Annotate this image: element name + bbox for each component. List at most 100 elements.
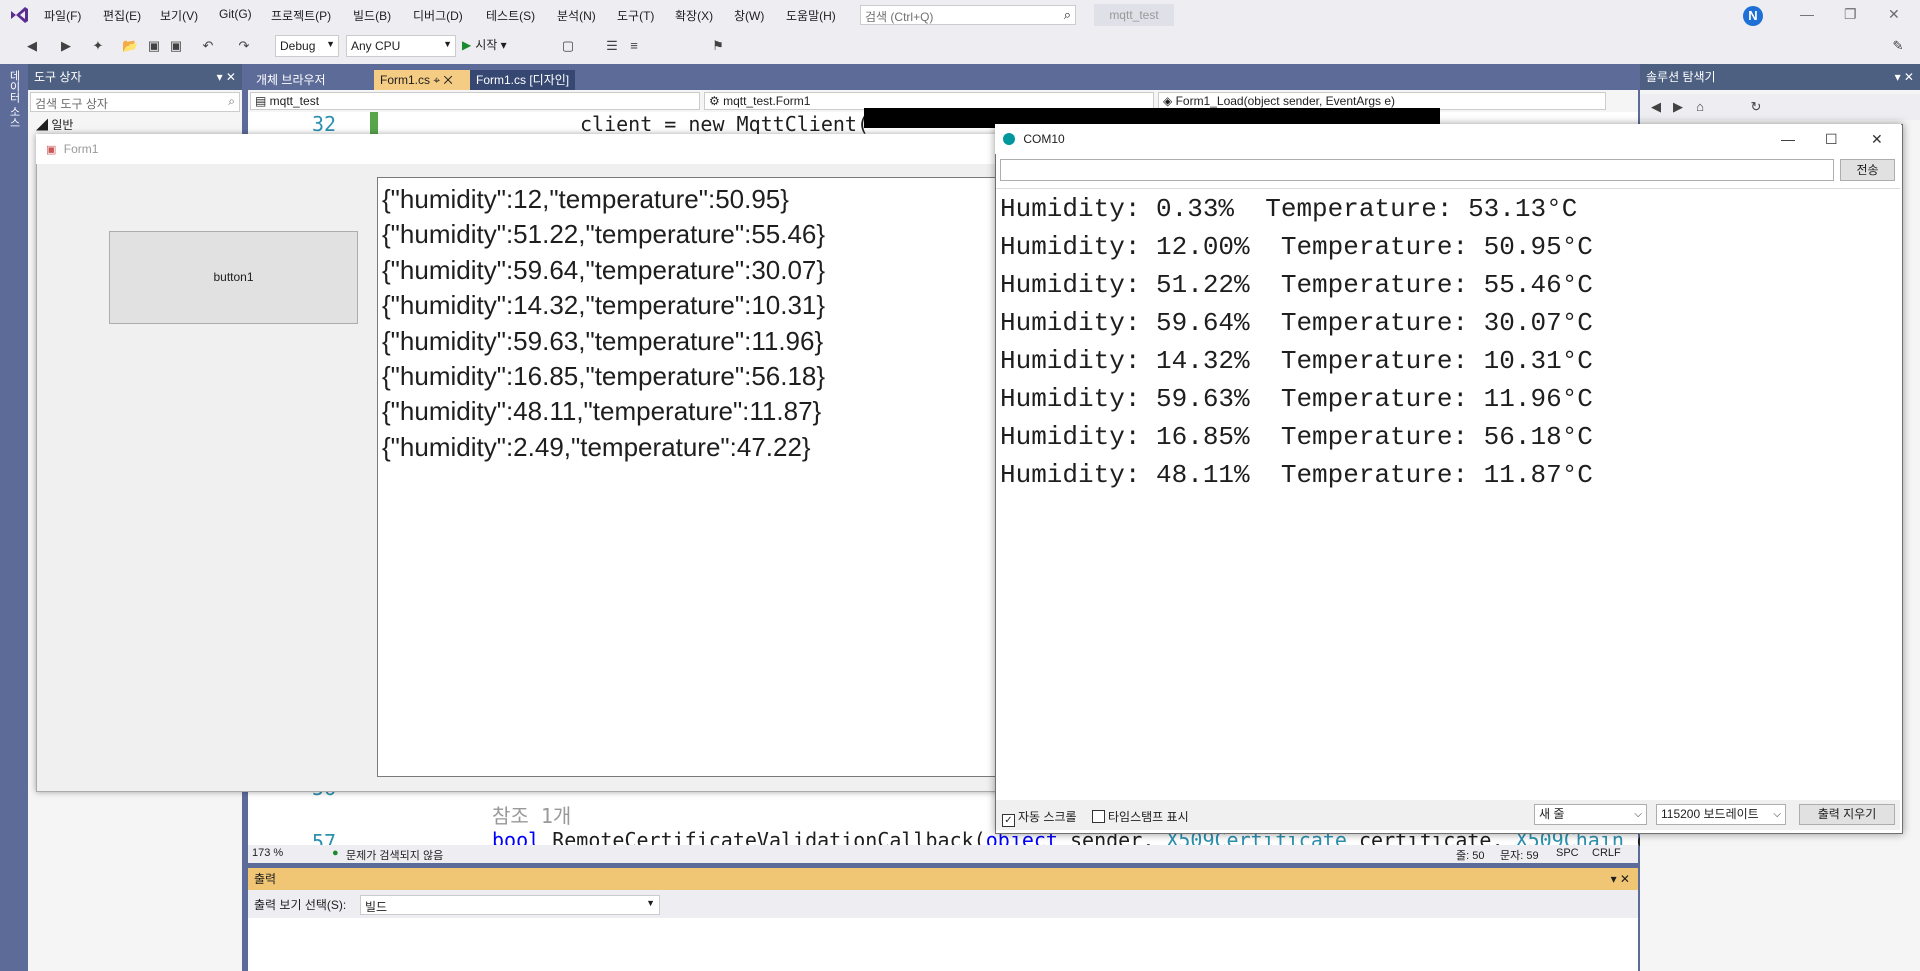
minimize-icon[interactable]: — — [1781, 124, 1795, 154]
save-icon[interactable]: ▣ — [146, 38, 162, 54]
maximize-icon[interactable]: ☐ — [1825, 124, 1838, 154]
form1-titlebar[interactable]: ▣ Form1 — [36, 134, 1036, 164]
save-all-icon[interactable]: ▣ — [168, 38, 184, 54]
configuration-value: Debug — [280, 39, 316, 53]
start-debug-button[interactable]: ▶ 시작 ▾ — [462, 36, 507, 53]
forward-icon[interactable]: ▶ — [58, 38, 74, 54]
serial-line: Humidity: 14.32% Temperature: 10.31°C — [1000, 346, 1593, 376]
back-icon[interactable]: ◀ — [1648, 99, 1664, 115]
menu-debug[interactable]: 디버그(D) — [413, 7, 463, 24]
step-icon[interactable]: ≡ — [626, 38, 642, 54]
tab-object-browser[interactable]: 개체 브라우저 — [250, 70, 332, 90]
timestamp-label: 타임스탬프 표시 — [1108, 810, 1189, 824]
csharp-icon: ▤ — [255, 94, 270, 108]
forward-icon[interactable]: ▶ — [1670, 99, 1686, 115]
json-line: {"humidity":59.64,"temperature":30.07} — [382, 254, 826, 285]
search-icon: ⌕ — [1063, 7, 1071, 22]
zoom-level[interactable]: 173 % — [252, 847, 283, 859]
bookmark-icon[interactable]: ⚑ — [710, 38, 726, 54]
clear-output-button[interactable]: 출력 지우기 — [1799, 804, 1895, 825]
menu-build[interactable]: 빌드(B) — [353, 7, 391, 24]
autoscroll-label: 자동 스크롤 — [1018, 810, 1077, 824]
home-icon[interactable]: ⌂ — [1692, 99, 1708, 115]
line-indicator: 줄: 50 — [1456, 850, 1485, 862]
issues-status[interactable]: 문제가 검색되지 않음 — [346, 847, 443, 863]
configuration-dropdown[interactable]: Debug ▼ — [275, 35, 339, 57]
output-source-dropdown[interactable]: 빌드 ▼ — [360, 895, 660, 915]
close-icon[interactable]: ▾ ✕ — [1895, 64, 1914, 90]
menu-view[interactable]: 보기(V) — [160, 7, 198, 24]
close-icon[interactable]: ▾ ✕ — [217, 64, 236, 90]
line-number: 32 — [312, 112, 337, 136]
menu-help[interactable]: 도움말(H) — [786, 7, 836, 24]
project-dropdown[interactable]: ▤ mqtt_test — [250, 92, 700, 110]
menu-test[interactable]: 테스트(S) — [486, 7, 535, 24]
tab-form1-cs[interactable]: Form1.cs ⌖ ✕ — [374, 70, 476, 90]
send-button[interactable]: 전송 — [1840, 159, 1895, 181]
close-icon[interactable]: ✕ — [443, 73, 452, 87]
screenshot-icon[interactable]: ▢ — [560, 38, 576, 54]
toolbox-search-input[interactable]: 검색 도구 상자 ⌕ — [30, 92, 240, 112]
json-line: {"humidity":2.49,"temperature":47.22} — [382, 431, 811, 462]
menu-file[interactable]: 파일(F) — [44, 7, 81, 24]
output-text-area[interactable] — [248, 918, 1638, 971]
output-title: 출력 — [254, 872, 277, 886]
build-icon[interactable]: ☰ — [604, 38, 620, 54]
menu-git[interactable]: Git(G) — [219, 7, 252, 21]
checkbox-empty-icon — [1092, 810, 1105, 823]
json-line: {"humidity":51.22,"temperature":55.46} — [382, 219, 826, 250]
line-ending-dropdown[interactable]: 새 줄 ⌵ — [1534, 804, 1647, 825]
back-icon[interactable]: ◀ — [24, 38, 40, 54]
solution-title: mqtt_test — [1094, 4, 1174, 26]
toolbox-title: 도구 상자 — [34, 70, 82, 84]
search-input[interactable]: 검색 (Ctrl+Q) ⌕ — [860, 5, 1076, 25]
new-project-icon[interactable]: ✦ — [90, 38, 106, 54]
json-textbox[interactable]: {"humidity":12,"temperature":50.95} {"hu… — [377, 177, 997, 777]
json-line: {"humidity":48.11,"temperature":11.87} — [382, 396, 822, 427]
timestamp-checkbox[interactable]: 타임스탬프 표시 — [1092, 808, 1189, 825]
left-side-strip: 데이터 소스 — [0, 64, 28, 971]
menu-bar: 파일(F) 편집(E) 보기(V) Git(G) 프로젝트(P) 빌드(B) 디… — [0, 0, 1920, 30]
form1-title: Form1 — [63, 142, 99, 156]
account-avatar[interactable]: N — [1743, 6, 1763, 26]
feedback-icon[interactable]: ✎ — [1890, 38, 1906, 54]
menu-extensions[interactable]: 확장(X) — [675, 7, 713, 24]
autoscroll-checkbox[interactable]: ✓ 자동 스크롤 — [1002, 808, 1077, 827]
menu-project[interactable]: 프로젝트(P) — [271, 7, 331, 24]
serial-line: Humidity: 59.64% Temperature: 30.07°C — [1000, 308, 1593, 338]
serial-output-area[interactable]: Humidity: 0.33% Temperature: 53.13°C Hum… — [996, 188, 1900, 802]
tab-label: Form1.cs — [380, 73, 431, 87]
reference-count[interactable]: 참조 1개 — [492, 800, 571, 829]
redo-icon[interactable]: ↷ — [236, 38, 252, 54]
class-value: mqtt_test.Form1 — [723, 94, 811, 108]
close-icon[interactable]: ✕ — [1871, 124, 1883, 154]
refresh-icon[interactable]: ↻ — [1748, 99, 1764, 115]
menu-analyze[interactable]: 분석(N) — [557, 7, 596, 24]
whitespace-indicator: SPC — [1556, 847, 1579, 859]
tab-form1-design[interactable]: Form1.cs [디자인] — [470, 70, 576, 90]
menu-edit[interactable]: 편집(E) — [103, 7, 141, 24]
restore-icon[interactable]: ❐ — [1844, 6, 1857, 23]
serial-monitor-titlebar[interactable]: COM10 — ☐ ✕ — [995, 124, 1901, 154]
platform-dropdown[interactable]: Any CPU ▼ — [346, 35, 456, 57]
minimize-icon[interactable]: — — [1800, 6, 1814, 22]
close-icon[interactable]: ▾ ✕ — [1611, 868, 1630, 890]
member-value: Form1_Load(object sender, EventArgs e) — [1175, 94, 1396, 108]
toolbox-group-general[interactable]: ◢ 일반 — [36, 116, 73, 133]
undo-icon[interactable]: ↶ — [200, 38, 216, 54]
menu-tools[interactable]: 도구(T) — [617, 7, 654, 24]
arduino-icon — [1003, 133, 1015, 145]
data-sources-tab[interactable]: 데이터 소스 — [8, 70, 22, 128]
baud-rate-dropdown[interactable]: 115200 보드레이트 ⌵ — [1656, 804, 1786, 825]
open-folder-icon[interactable]: 📂 — [122, 38, 138, 54]
menu-window[interactable]: 창(W) — [734, 7, 764, 24]
solution-explorer-header: 솔루션 탐색기 ▾ ✕ — [1640, 64, 1920, 90]
chevron-down-icon: ⌵ — [1773, 809, 1781, 820]
chevron-down-icon: ▼ — [443, 39, 452, 49]
button1[interactable]: button1 — [109, 231, 358, 324]
serial-send-input[interactable] — [1000, 159, 1834, 181]
close-icon[interactable]: ✕ — [1888, 6, 1900, 23]
project-value: mqtt_test — [269, 94, 320, 108]
serial-line: Humidity: 12.00% Temperature: 50.95°C — [1000, 232, 1593, 262]
json-line: {"humidity":12,"temperature":50.95} — [382, 184, 789, 214]
